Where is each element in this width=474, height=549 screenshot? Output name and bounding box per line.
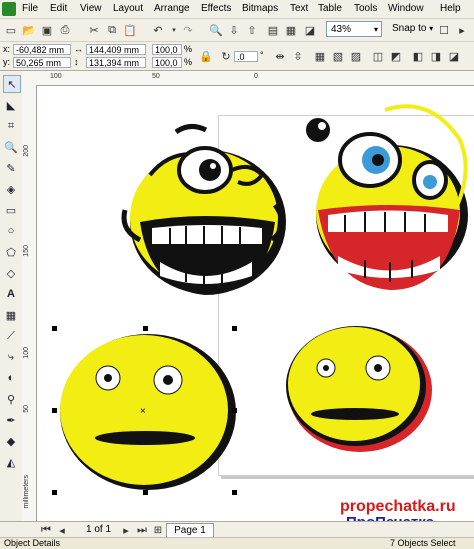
- last-page-icon[interactable]: ⏭: [134, 522, 150, 538]
- previous-page-icon[interactable]: ◂: [54, 522, 70, 538]
- selection-handle[interactable]: [52, 326, 57, 331]
- grinning-smiley-2[interactable]: [306, 104, 468, 290]
- selection-handle[interactable]: [143, 490, 148, 495]
- surprised-smiley-selected[interactable]: ×: [60, 334, 236, 490]
- page-tab-label: Page 1: [174, 525, 206, 536]
- add-page-icon[interactable]: ⊞: [150, 522, 166, 538]
- selection-handle[interactable]: [143, 326, 148, 331]
- svg-text:×: ×: [140, 406, 146, 417]
- artwork: ×: [60, 104, 468, 490]
- selection-handle[interactable]: [232, 326, 237, 331]
- surprised-smiley-2[interactable]: [286, 326, 432, 452]
- selection-handle[interactable]: [232, 490, 237, 495]
- page-navigator: ⏮ ◂ 1 of 1 ▸ ⏭ ⊞ Page 1: [0, 521, 474, 538]
- next-page-icon[interactable]: ▸: [118, 522, 134, 538]
- grinning-smiley-1[interactable]: [121, 124, 286, 295]
- selection-status: 7 Objects Select: [390, 538, 456, 548]
- object-details-label: Object Details: [4, 538, 61, 548]
- selection-handle[interactable]: [52, 408, 57, 413]
- status-bar: Object Details 7 Objects Select: [0, 537, 474, 549]
- first-page-icon[interactable]: ⏮: [38, 522, 54, 538]
- tab-page-1[interactable]: Page 1: [166, 523, 214, 537]
- selection-handle[interactable]: [52, 490, 57, 495]
- page-count: 1 of 1: [86, 524, 112, 535]
- selection-handle[interactable]: [232, 408, 237, 413]
